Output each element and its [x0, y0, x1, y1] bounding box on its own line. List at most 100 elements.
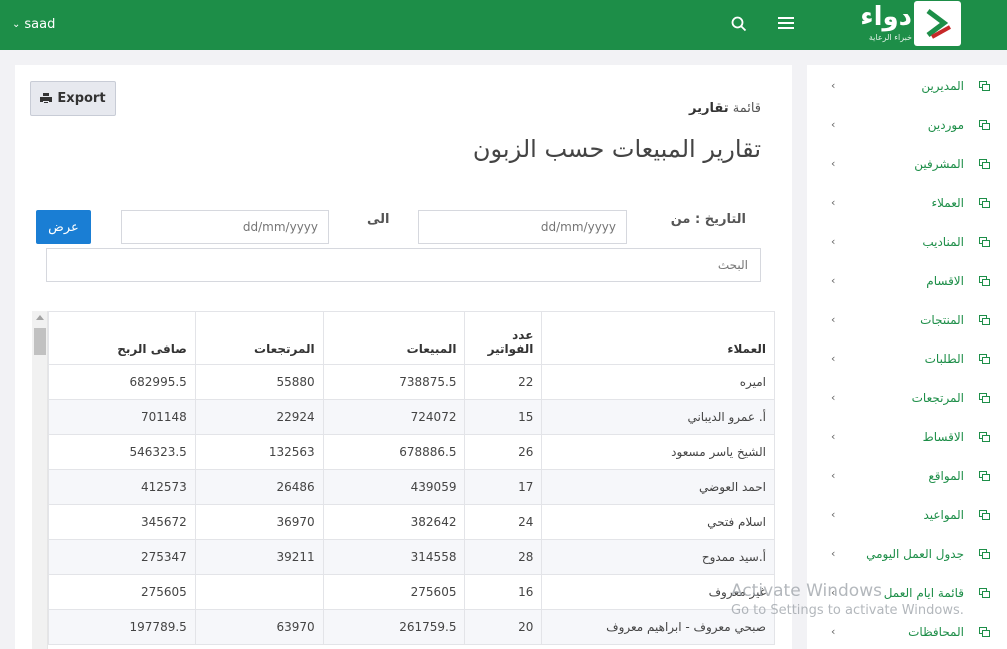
hamburger-menu-icon[interactable]: [778, 17, 794, 31]
sidebar-item-label: المواقع: [928, 469, 964, 483]
cell-sales: 314558: [322, 539, 466, 575]
vertical-scrollbar[interactable]: [32, 311, 48, 649]
header-net-profit[interactable]: صافى الربح: [48, 311, 196, 365]
header-returns[interactable]: المرتجعات: [194, 311, 324, 365]
sidebar-item-supervisors[interactable]: ‹ المشرفين: [807, 145, 1007, 184]
cell-invoice-count: 22: [464, 364, 543, 400]
user-menu[interactable]: ⌄ saad: [12, 17, 55, 32]
copy-icon: [979, 393, 990, 403]
date-to-input[interactable]: [121, 210, 329, 244]
sidebar-item-categories[interactable]: ‹ الاقسام: [807, 262, 1007, 301]
sidebar-item-locations[interactable]: ‹ المواقع: [807, 457, 1007, 496]
table-row: 197789.5 63970 261759.5 20 صبحي معروف - …: [48, 609, 775, 645]
copy-icon: [979, 315, 990, 325]
cell-sales: 738875.5: [322, 364, 466, 400]
sales-report-table: صافى الربح المرتجعات المبيعات عدد الفوات…: [48, 311, 775, 645]
cell-client: الشيخ ياسر مسعود: [541, 434, 775, 470]
sidebar-item-clients[interactable]: ‹ العملاء: [807, 184, 1007, 223]
breadcrumb: قائمة تقارير: [689, 101, 761, 116]
sidebar-item-workdays-list[interactable]: ‹ قائمة ايام العمل: [807, 574, 1007, 613]
cell-sales: 724072: [322, 399, 466, 435]
sidebar-item-label: الطلبات: [924, 352, 964, 366]
sidebar-item-label: الاقساط: [922, 430, 964, 444]
cell-returns: 36970: [194, 504, 324, 540]
chevron-left-icon: ‹: [831, 508, 836, 521]
cell-returns: [194, 574, 324, 610]
chevron-left-icon: ‹: [831, 157, 836, 170]
search-input[interactable]: [46, 248, 761, 282]
copy-icon: [979, 354, 990, 364]
cell-invoice-count: 24: [464, 504, 543, 540]
chevron-left-icon: ‹: [831, 586, 836, 599]
cell-client: غير معروف: [541, 574, 775, 610]
export-button[interactable]: Export: [30, 81, 116, 116]
table-row: 701148 22924 724072 15 أ. عمرو الديباني: [48, 399, 775, 435]
cell-sales: 439059: [322, 469, 466, 505]
copy-icon: [979, 510, 990, 520]
cell-invoice-count: 17: [464, 469, 543, 505]
sidebar-item-products[interactable]: ‹ المنتجات: [807, 301, 1007, 340]
chevron-left-icon: ‹: [831, 625, 836, 638]
table-row: 275605 275605 16 غير معروف: [48, 574, 775, 610]
sidebar-item-label: المنتجات: [920, 313, 964, 327]
report-table-container: صافى الربح المرتجعات المبيعات عدد الفوات…: [32, 311, 775, 649]
show-button[interactable]: عرض: [36, 210, 91, 244]
sidebar-item-suppliers[interactable]: ‹ موردين: [807, 106, 1007, 145]
copy-icon: [979, 159, 990, 169]
main-panel: Export قائمة تقارير تقارير المبيعات حسب …: [15, 65, 792, 649]
copy-icon: [979, 432, 990, 442]
cell-invoice-count: 16: [464, 574, 543, 610]
logo-subtitle: خبراء الرعاية: [868, 33, 912, 42]
sidebar-item-orders[interactable]: ‹ الطلبات: [807, 340, 1007, 379]
chevron-left-icon: ‹: [831, 274, 836, 287]
export-label: Export: [57, 91, 106, 106]
chevron-down-icon: ⌄: [12, 19, 21, 30]
user-name: saad: [24, 17, 56, 32]
top-navbar: ⌄ saad دواء خبراء الرعاية: [0, 0, 1007, 50]
date-from-input[interactable]: [418, 210, 627, 244]
sidebar-item-delegates[interactable]: ‹ المناديب: [807, 223, 1007, 262]
cell-client: صبحي معروف - ابراهيم معروف: [541, 609, 775, 645]
copy-icon: [979, 198, 990, 208]
cell-returns: 63970: [194, 609, 324, 645]
breadcrumb-current[interactable]: تقارير: [689, 101, 729, 116]
scroll-up-arrow-icon[interactable]: [36, 315, 44, 320]
header-sales[interactable]: المبيعات: [322, 311, 466, 365]
sidebar-item-governorates[interactable]: ‹ المحافظات: [807, 613, 1007, 649]
chevron-left-icon: ‹: [831, 235, 836, 248]
sidebar-item-installments[interactable]: ‹ الاقساط: [807, 418, 1007, 457]
scrollbar-thumb[interactable]: [34, 328, 46, 355]
header-invoice-count[interactable]: عدد الفواتير: [464, 311, 543, 365]
sidebar-item-returns[interactable]: ‹ المرتجعات: [807, 379, 1007, 418]
sidebar-item-label: العملاء: [931, 196, 964, 210]
table-row: 345672 36970 382642 24 اسلام فتحي: [48, 504, 775, 540]
cell-invoice-count: 28: [464, 539, 543, 575]
chevron-left-icon: ‹: [831, 352, 836, 365]
copy-icon: [979, 549, 990, 559]
sidebar-item-appointments[interactable]: ‹ المواعيد: [807, 496, 1007, 535]
copy-icon: [979, 627, 990, 637]
cell-invoice-count: 20: [464, 609, 543, 645]
cell-returns: 132563: [194, 434, 324, 470]
header-client[interactable]: العملاء: [541, 311, 775, 365]
printer-icon: [40, 93, 53, 104]
search-icon[interactable]: [730, 15, 748, 33]
cell-returns: 55880: [194, 364, 324, 400]
cell-client: اسلام فتحي: [541, 504, 775, 540]
sidebar-item-daily-schedule[interactable]: ‹ جدول العمل اليومي: [807, 535, 1007, 574]
chevron-left-icon: ‹: [831, 547, 836, 560]
sidebar-item-managers[interactable]: ‹ المديرين: [807, 67, 1007, 106]
table-row: 682995.5 55880 738875.5 22 اميره: [48, 364, 775, 400]
table-header-row: صافى الربح المرتجعات المبيعات عدد الفوات…: [48, 311, 775, 365]
logo: دواء خبراء الرعاية: [852, 0, 962, 50]
cell-net-profit: 682995.5: [48, 364, 196, 400]
logo-text: دواء: [860, 2, 912, 32]
sidebar-item-label: قائمة ايام العمل: [883, 586, 964, 600]
cell-client: احمد العوضي: [541, 469, 775, 505]
sidebar: ‹ المديرين ‹ موردين ‹ المشرفين ‹ العملاء…: [807, 65, 1007, 649]
cell-client: اميره: [541, 364, 775, 400]
chevron-left-icon: ‹: [831, 430, 836, 443]
chevron-left-icon: ‹: [831, 313, 836, 326]
sidebar-item-label: المشرفين: [914, 157, 964, 171]
breadcrumb-prefix: قائمة: [732, 101, 761, 116]
